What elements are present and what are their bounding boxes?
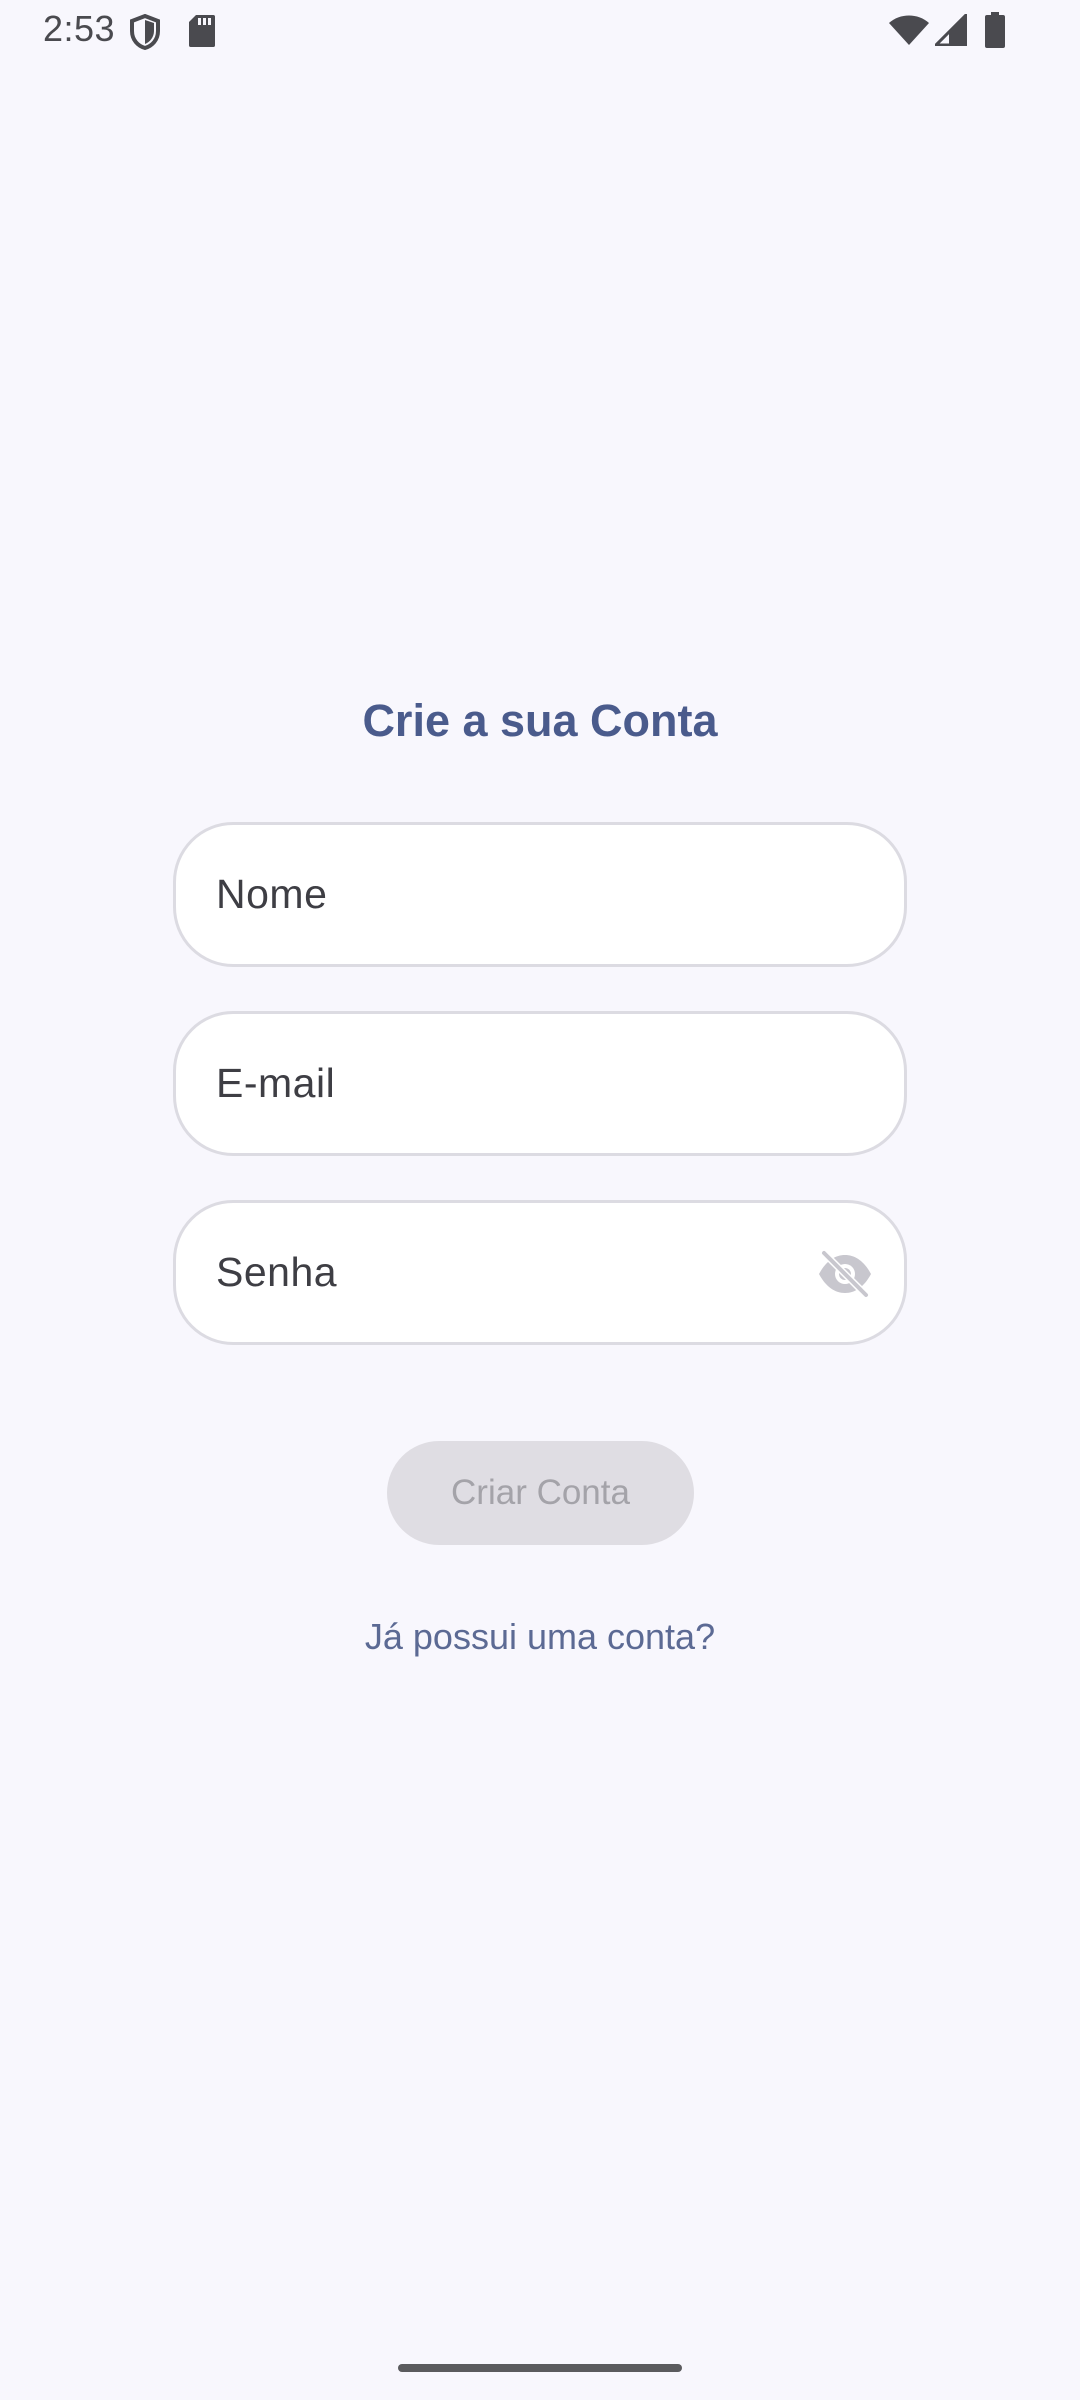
password-field[interactable]: Senha [173, 1200, 907, 1345]
name-field[interactable]: Nome [173, 822, 907, 967]
page-title: Crie a sua Conta [362, 695, 718, 746]
create-account-button[interactable]: Criar Conta [387, 1441, 694, 1545]
shield-icon [130, 14, 160, 50]
battery-icon [985, 12, 1005, 48]
login-link[interactable]: Já possui uma conta? [0, 1616, 1080, 1658]
wifi-icon [889, 15, 929, 45]
signal-icon [935, 14, 967, 46]
visibility-off-icon[interactable] [816, 1249, 874, 1299]
status-time: 2:53 [43, 8, 116, 49]
sd-card-icon [189, 15, 215, 47]
home-indicator[interactable] [398, 2364, 682, 2372]
email-field[interactable]: E-mail [173, 1011, 907, 1156]
status-bar: 2:53 [0, 0, 1080, 62]
